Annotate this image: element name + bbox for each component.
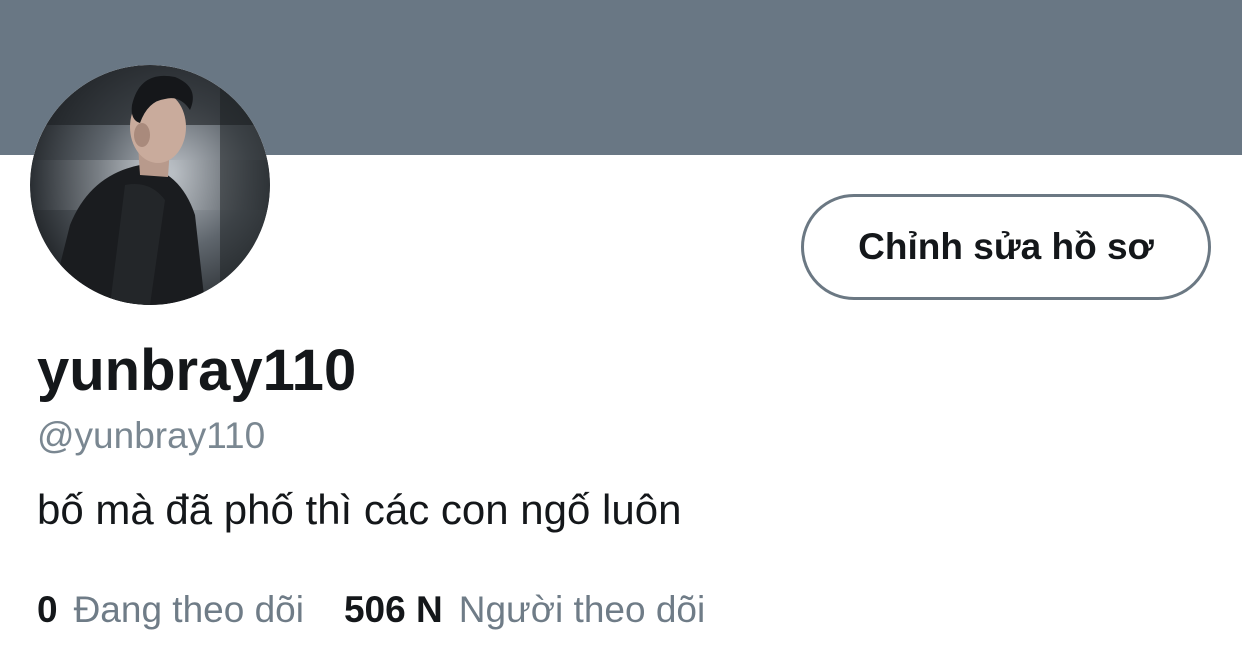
followers-stat[interactable]: 506 N Người theo dõi [344, 588, 705, 632]
avatar[interactable] [30, 65, 270, 305]
edit-profile-label: Chỉnh sửa hồ sơ [858, 226, 1154, 267]
user-handle: @yunbray110 [37, 415, 266, 456]
followers-count: 506 N [343, 589, 443, 630]
edit-profile-button[interactable]: Chỉnh sửa hồ sơ [801, 194, 1211, 300]
display-name: yunbray110 [37, 338, 357, 403]
followers-label: Người theo dõi [458, 589, 706, 630]
avatar-photo [30, 65, 270, 305]
following-stat[interactable]: 0 Đang theo dõi [37, 588, 304, 632]
profile-page: Chỉnh sửa hồ sơ yunbray110 @yunbray110 b… [0, 0, 1242, 666]
following-count: 0 [37, 589, 58, 630]
profile-bio: bố mà đã phố thì các con ngố luôn [37, 486, 682, 533]
following-label: Đang theo dõi [73, 589, 304, 630]
profile-stats: 0 Đang theo dõi 506 N Người theo dõi [37, 588, 705, 632]
